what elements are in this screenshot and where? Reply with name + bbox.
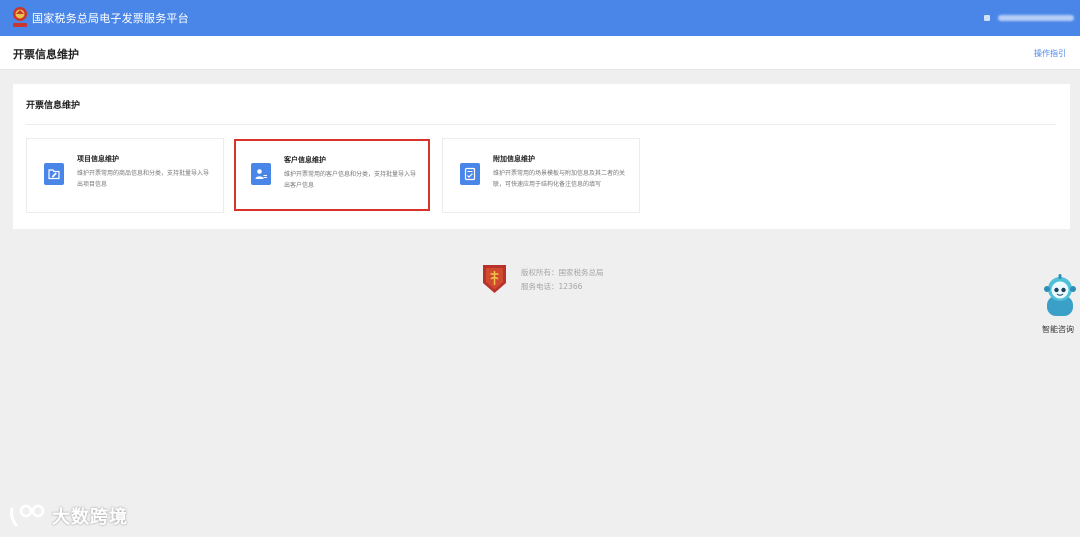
item-info-card[interactable]: 项目信息维护 维护开票常用的商品信息和分类，支持批量导入导出项目信息 xyxy=(26,138,224,213)
assistant-label: 智能咨询 xyxy=(1042,325,1074,334)
user-icon xyxy=(984,15,990,21)
top-bar: 国家税务总局电子发票服务平台 xyxy=(0,0,1080,36)
tax-bureau-logo-icon xyxy=(483,265,506,293)
user-card-icon xyxy=(251,163,271,185)
footer-service-phone: 服务电话：12366 xyxy=(521,282,583,291)
page-header: 开票信息维护 操作指引 xyxy=(0,36,1080,70)
watermark-logo-icon xyxy=(10,504,45,527)
document-check-icon xyxy=(460,163,480,185)
divider xyxy=(26,124,1056,125)
user-menu[interactable] xyxy=(984,14,1074,22)
card-title: 客户信息维护 xyxy=(284,156,326,164)
smart-consult-widget[interactable]: 智能咨询 xyxy=(1040,274,1080,338)
card-title: 项目信息维护 xyxy=(77,155,119,163)
section-title: 开票信息维护 xyxy=(26,101,81,111)
app-title: 国家税务总局电子发票服务平台 xyxy=(32,12,189,25)
main-panel: 开票信息维护 项目信息维护 维护开票常用的商品信息和分类，支持批量导入导出项目信… xyxy=(13,84,1070,229)
help-guide-link[interactable]: 操作指引 xyxy=(1034,48,1066,59)
tax-emblem-icon xyxy=(13,7,27,27)
customer-info-card[interactable]: 客户信息维护 维护开票常用的客户信息和分类，支持批量导入导出客户信息 xyxy=(234,139,430,211)
footer-copyright: 版权所有：国家税务总局 xyxy=(521,268,604,277)
user-name-redacted xyxy=(998,15,1074,21)
card-description: 维护开票常用的场景模板与附加信息及其二者的关联，可快速应用于结构化备注信息的填写 xyxy=(493,170,626,188)
card-description: 维护开票常用的商品信息和分类，支持批量导入导出项目信息 xyxy=(77,170,210,188)
page-title: 开票信息维护 xyxy=(13,48,79,61)
robot-assistant-icon xyxy=(1044,274,1076,316)
card-title: 附加信息维护 xyxy=(493,155,535,163)
watermark-text: 大数跨境 xyxy=(52,507,128,528)
card-description: 维护开票常用的客户信息和分类，支持批量导入导出客户信息 xyxy=(284,171,417,189)
additional-info-card[interactable]: 附加信息维护 维护开票常用的场景模板与附加信息及其二者的关联，可快速应用于结构化… xyxy=(442,138,640,213)
folder-edit-icon xyxy=(44,163,64,185)
